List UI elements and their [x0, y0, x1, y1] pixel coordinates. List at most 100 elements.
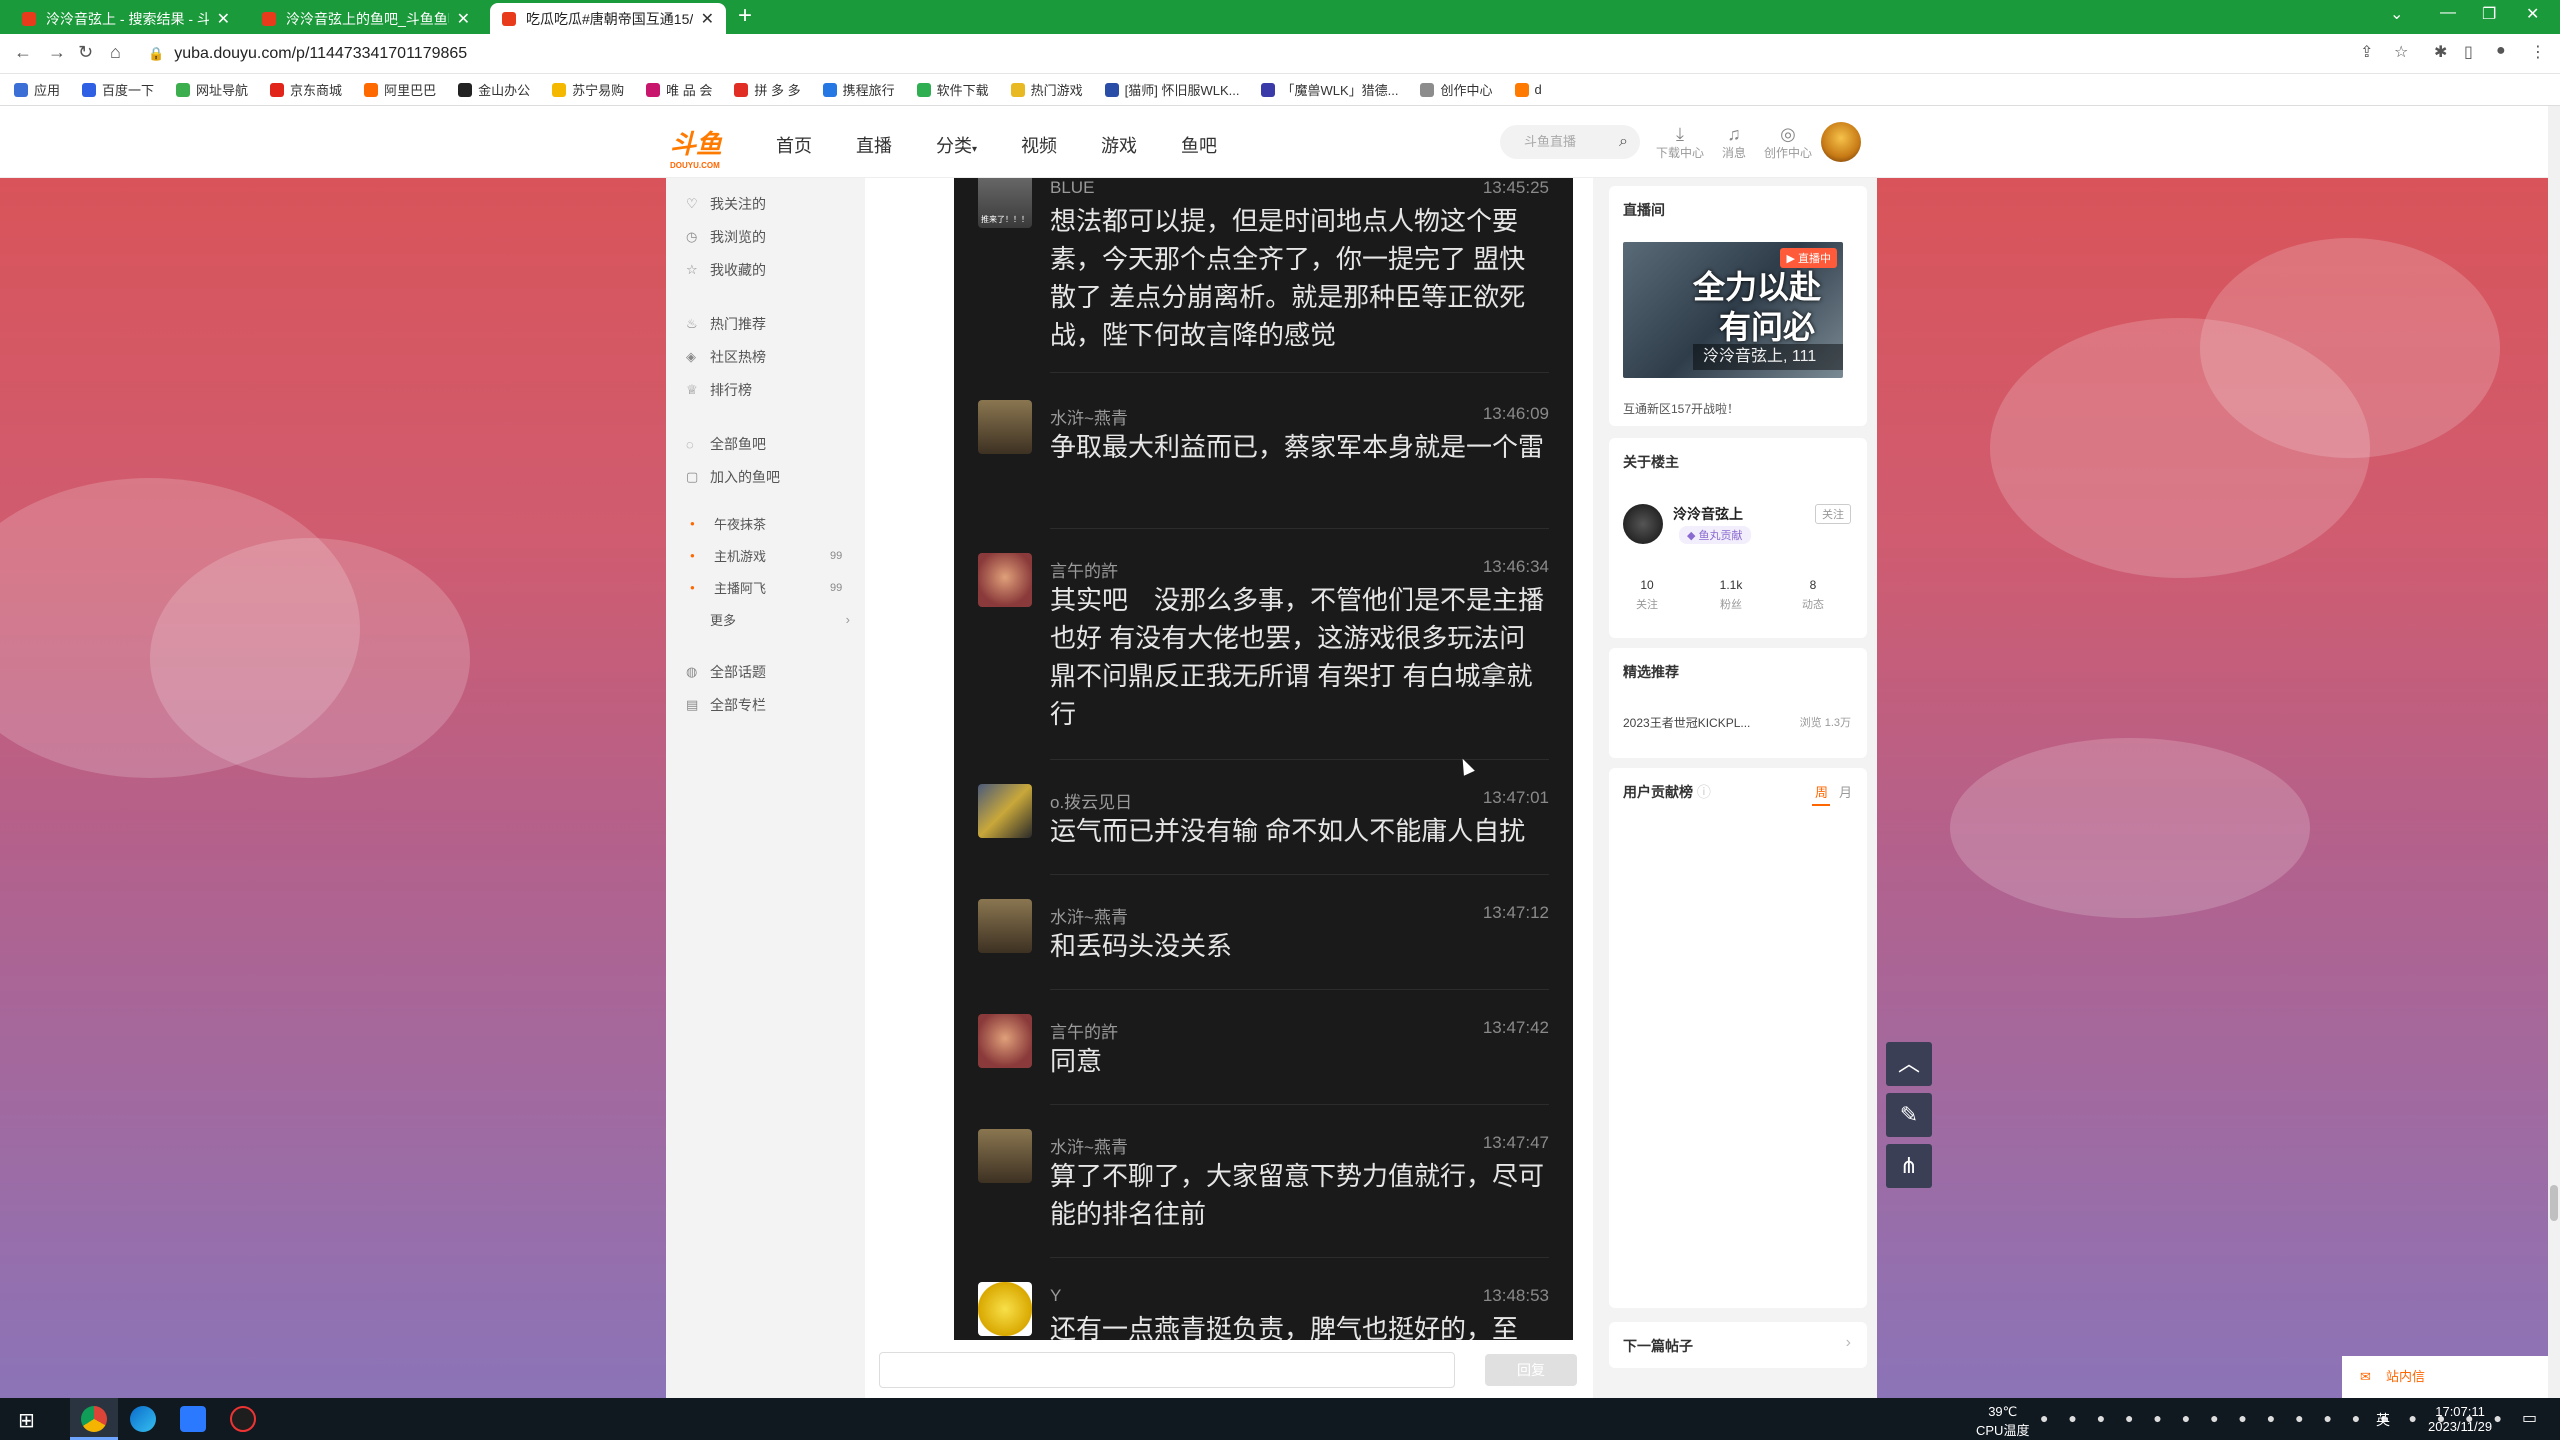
scrollbar-thumb[interactable] — [2550, 1185, 2558, 1221]
taskbar-chrome[interactable] — [70, 1398, 118, 1440]
close-icon[interactable]: ✕ — [217, 9, 230, 29]
tab-week[interactable]: 周 — [1815, 782, 1828, 801]
sidebar-item-favorites[interactable]: ☆ 我收藏的 — [686, 260, 766, 280]
bookmark-item[interactable]: 金山办公 — [458, 80, 530, 99]
bookmark-item[interactable]: 苏宁易购 — [552, 80, 624, 99]
sidebar-item-history[interactable]: ◷ 我浏览的 — [686, 227, 766, 247]
sidebar-joined-item[interactable]: ● 午夜抹茶 — [690, 514, 766, 533]
avatar[interactable] — [978, 1014, 1032, 1068]
next-post-card[interactable]: 下一篇帖子 › — [1609, 1322, 1867, 1368]
sidebar-item-hot[interactable]: ♨ 热门推荐 — [686, 314, 766, 334]
tab-fishbar[interactable]: 泠泠音弦上的鱼吧_斗鱼鱼吧 ✕ — [250, 3, 482, 34]
reply-button[interactable]: 回复 — [1485, 1354, 1577, 1386]
comment-author[interactable]: 水浒~燕青 — [1050, 1133, 1128, 1158]
avatar[interactable] — [978, 1129, 1032, 1183]
nav-live[interactable]: 直播 — [856, 132, 892, 158]
avatar[interactable] — [1623, 504, 1663, 544]
minimize-icon[interactable]: — — [2440, 4, 2456, 22]
forward-icon[interactable]: → — [48, 42, 66, 63]
extensions-icon[interactable]: ✱ — [2434, 42, 2447, 62]
back-icon[interactable]: ← — [14, 42, 32, 63]
bookmark-item[interactable]: d — [1514, 82, 1542, 97]
site-message-button[interactable]: ✉ 站内信 — [2342, 1356, 2548, 1398]
comment-author[interactable]: BLUE — [1050, 178, 1094, 198]
live-caption[interactable]: 互通新区157开战啦！ — [1623, 400, 1739, 417]
nav-video[interactable]: 视频 — [1021, 132, 1057, 158]
header-messages[interactable]: ♫ 消息 — [1722, 124, 1746, 161]
menu-icon[interactable]: ⋮ — [2530, 42, 2546, 62]
comment-author[interactable]: 言午的許 — [1050, 1018, 1118, 1043]
tab-month[interactable]: 月 — [1839, 782, 1852, 801]
site-search-input[interactable]: 斗鱼直播 ⌕ — [1500, 125, 1640, 159]
follow-button[interactable]: 关注 — [1815, 504, 1851, 524]
recommend-item[interactable]: 2023王者世冠KICKPL... — [1623, 714, 1750, 731]
bookmark-item[interactable]: 热门游戏 — [1010, 80, 1083, 99]
sidebar-joined-item[interactable]: ● 主机游戏 99 — [690, 546, 842, 565]
edit-post-button[interactable]: ✎ — [1886, 1093, 1932, 1137]
comment-author[interactable]: 水浒~燕青 — [1050, 404, 1128, 429]
sidebar-joined-item[interactable]: ● 主播阿飞 99 — [690, 578, 842, 597]
bookmark-item[interactable]: 创作中心 — [1420, 80, 1493, 99]
comment-author[interactable]: 言午的許 — [1050, 557, 1118, 582]
bookmark-item[interactable]: [猫师] 怀旧服WLK... — [1104, 80, 1239, 99]
avatar[interactable] — [978, 899, 1032, 953]
tab-search-results[interactable]: 泠泠音弦上 - 搜索结果 - 斗鱼直播 ✕ — [10, 3, 242, 34]
home-icon[interactable]: ⌂ — [110, 42, 121, 63]
comment-author[interactable]: Y — [1050, 1286, 1061, 1306]
sidebar-item-all-fishbar[interactable]: ◌ 全部鱼吧 — [686, 434, 766, 454]
douyu-logo[interactable]: 斗鱼 DOUYU.COM — [670, 124, 750, 170]
comment-author[interactable]: o.拨云见日 — [1050, 788, 1132, 813]
recorder-icon[interactable] — [230, 1406, 256, 1432]
live-thumbnail[interactable]: 全力以赴 有问必 泠泠音弦上, 111 ▶ 直播中 — [1623, 242, 1843, 378]
stat-following[interactable]: 10 关注 — [1617, 578, 1677, 612]
close-icon[interactable]: ✕ — [701, 9, 714, 29]
bookmark-item[interactable]: 拼 多 多 — [734, 80, 801, 99]
author-name[interactable]: 泠泠音弦上 — [1673, 504, 1743, 524]
avatar[interactable]: 推来了！！！ — [978, 178, 1032, 228]
nav-home[interactable]: 首页 — [776, 132, 812, 158]
back-to-top-button[interactable]: ︿ — [1886, 1042, 1932, 1086]
url-field[interactable]: 🔒 yuba.douyu.com/p/114473341701179865 — [148, 40, 2348, 68]
windows-start-icon[interactable]: ⊞ — [18, 1408, 35, 1433]
stat-fans[interactable]: 1.1k 粉丝 — [1701, 578, 1761, 612]
reply-input[interactable] — [879, 1352, 1455, 1388]
notification-icon[interactable]: ▭ — [2522, 1408, 2537, 1428]
avatar[interactable] — [978, 1282, 1032, 1336]
bookmark-item[interactable]: 阿里巴巴 — [364, 80, 436, 99]
sidebar-item-joined[interactable]: ▢ 加入的鱼吧 — [686, 467, 780, 487]
sidebar-item-topics[interactable]: ◍ 全部话题 — [686, 662, 766, 682]
comment-author[interactable]: 水浒~燕青 — [1050, 903, 1128, 928]
bookmark-item[interactable]: 软件下载 — [916, 80, 989, 99]
close-icon[interactable]: ✕ — [457, 9, 470, 29]
header-download[interactable]: ⤓ 下载中心 — [1656, 124, 1704, 161]
header-creator[interactable]: ◎ 创作中心 — [1764, 124, 1812, 161]
sidebar-item-columns[interactable]: ▤ 全部专栏 — [686, 695, 766, 715]
ime-indicator[interactable]: 英 — [2376, 1410, 2390, 1430]
bookmark-item[interactable]: 唯 品 会 — [646, 80, 712, 99]
avatar[interactable] — [978, 553, 1032, 607]
share-icon[interactable]: ⇪ — [2360, 42, 2373, 62]
share-button[interactable]: ⋔ — [1886, 1144, 1932, 1188]
chevron-down-icon[interactable]: ⌄ — [2390, 4, 2403, 24]
profile-icon[interactable]: ● — [2496, 42, 2506, 60]
tab-active-post[interactable]: 吃瓜吃瓜#唐朝帝国互通15/ 泠泠 ✕ — [490, 3, 726, 34]
app-icon[interactable] — [180, 1406, 206, 1432]
edge-icon[interactable] — [130, 1406, 156, 1432]
bookmark-item[interactable]: 网址导航 — [176, 80, 248, 99]
bookmark-item[interactable]: 携程旅行 — [822, 80, 895, 99]
new-tab-button[interactable]: + — [738, 2, 752, 30]
sidebar-item-community[interactable]: ◈ 社区热榜 — [686, 347, 766, 367]
bookmark-item[interactable]: 「魔兽WLK」猎德... — [1261, 80, 1398, 99]
help-icon[interactable]: ⓘ — [1697, 784, 1711, 800]
bookmark-item[interactable]: 京东商城 — [270, 80, 342, 99]
user-avatar[interactable] — [1821, 122, 1861, 162]
nav-games[interactable]: 游戏 — [1101, 132, 1137, 158]
sidebar-icon[interactable]: ▯ — [2464, 42, 2473, 62]
clock[interactable]: 17:07:11 2023/11/29 — [2428, 1404, 2492, 1434]
sidebar-item-following[interactable]: ♡ 我关注的 — [686, 194, 766, 214]
stat-posts[interactable]: 8 动态 — [1783, 578, 1843, 612]
restore-icon[interactable]: ❐ — [2482, 4, 2496, 24]
bookmark-apps[interactable]: 应用 — [14, 80, 60, 99]
search-icon[interactable]: ⌕ — [1619, 125, 1628, 159]
reload-icon[interactable]: ↻ — [78, 42, 93, 63]
